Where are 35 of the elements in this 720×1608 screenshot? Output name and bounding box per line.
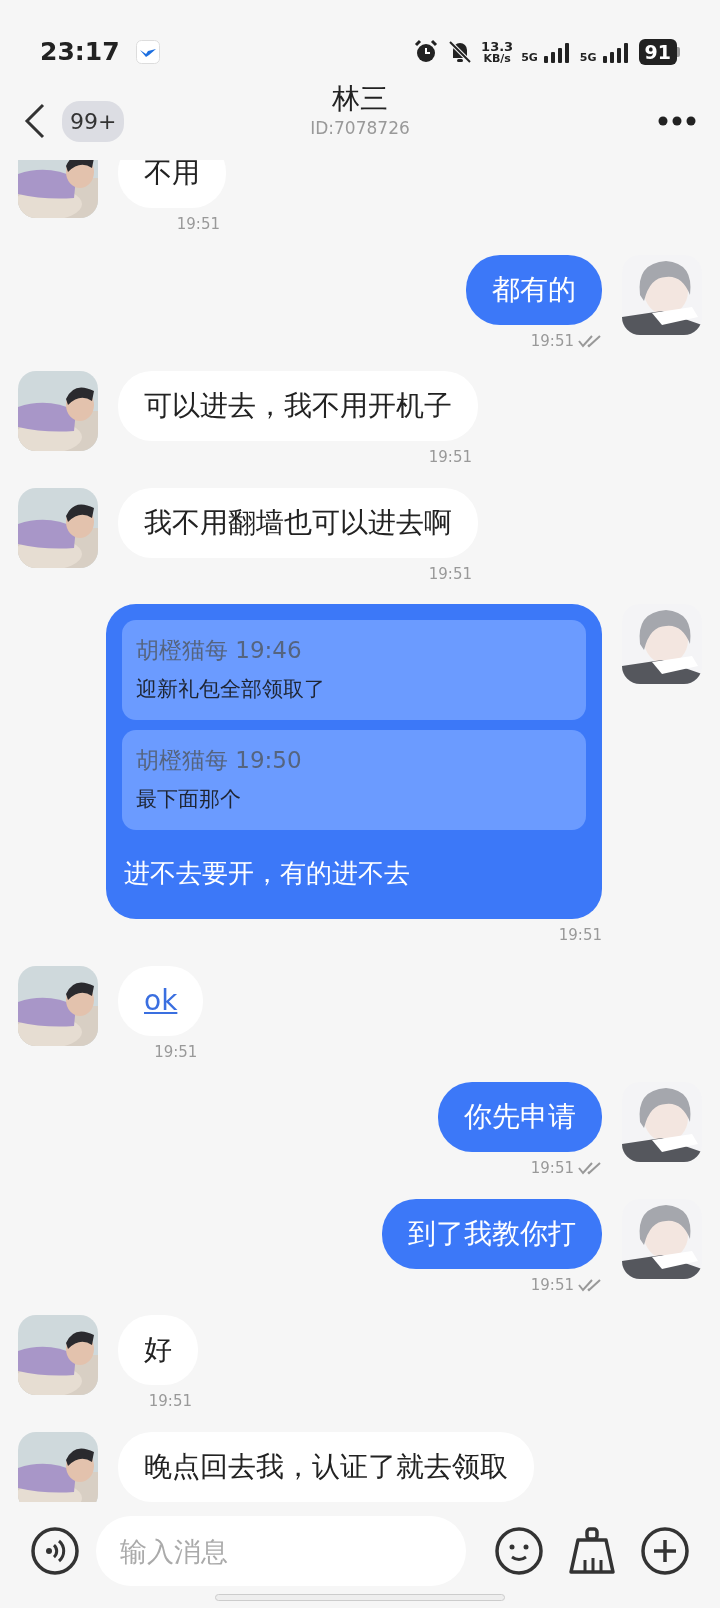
message-time: 19:51: [428, 447, 472, 468]
unread-count-badge[interactable]: 99+: [62, 100, 125, 142]
message-bubble: 都有的: [466, 254, 602, 325]
message-bubble: 晚点回去我，认证了就去领取: [118, 1431, 534, 1502]
message-link[interactable]: ok: [144, 983, 178, 1017]
user-id: ID:7078726: [310, 116, 410, 140]
message-bubble: 我不用翻墙也可以进去啊: [118, 487, 478, 558]
network-speed: 13.3: [481, 40, 514, 53]
message-bubble: 好: [118, 1315, 198, 1385]
network-speed-unit: KB/s: [483, 53, 511, 64]
quote-text: 最下面那个: [136, 786, 242, 813]
status-time: 23:17: [40, 36, 120, 69]
battery-level: 91: [638, 39, 677, 65]
message-time: 19:51: [154, 1041, 198, 1063]
message-bubble: 到了我教你打: [382, 1198, 602, 1269]
quote-text: 迎新礼包全部领取了: [136, 676, 326, 703]
quote-author: 胡橙猫每: [136, 637, 228, 663]
message-text: 进不去要开，有的进不去: [123, 857, 411, 890]
message-time: 19:51: [176, 214, 220, 235]
quote-author: 胡橙猫每: [136, 747, 228, 773]
message-input-field[interactable]: 输入消息: [96, 1516, 466, 1586]
message-bubble: 可以进去，我不用开机子: [118, 371, 478, 441]
message-time: 19:51: [148, 1391, 192, 1412]
network-type: 5G: [579, 52, 597, 63]
message-time: 19:51: [530, 1158, 574, 1179]
message-time: 19:51: [530, 1274, 574, 1296]
message-bubble: 不用: [118, 160, 226, 208]
quote-time: 19:46: [235, 637, 302, 663]
message-time: 19:51: [428, 563, 472, 585]
message-time: 19:51: [558, 925, 602, 946]
network-type: 5G: [521, 52, 538, 63]
message-time: 19:51: [530, 330, 574, 352]
chat-title: 林三: [331, 82, 389, 116]
message-bubble: 你先申请: [438, 1082, 602, 1152]
quote-time: 19:50: [235, 747, 302, 773]
